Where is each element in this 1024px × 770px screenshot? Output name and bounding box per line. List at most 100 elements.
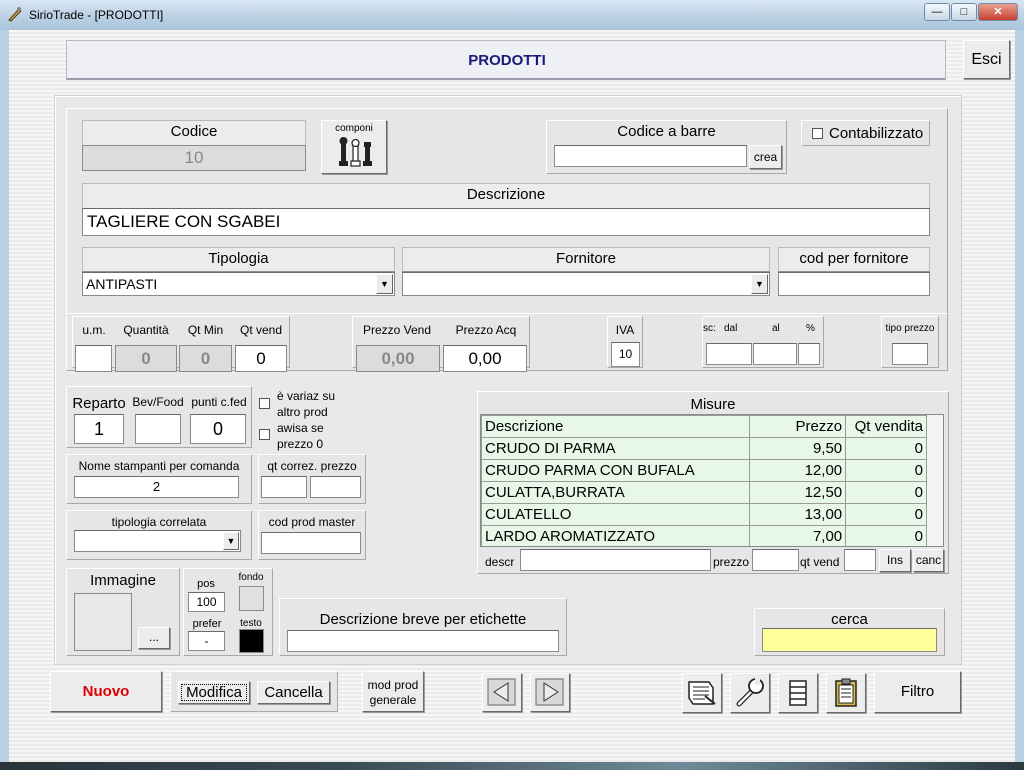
testo-color-swatch[interactable] <box>239 629 264 653</box>
qtmin-field[interactable]: 0 <box>179 345 232 372</box>
cell-prezzo[interactable]: 9,50 <box>749 437 847 460</box>
codice-field[interactable]: 10 <box>82 145 306 171</box>
contabilizzato-checkbox[interactable] <box>812 128 823 139</box>
col-header-prezzo[interactable]: Prezzo <box>749 415 847 438</box>
misure-qtvend-field[interactable] <box>844 549 876 571</box>
table-row[interactable]: CULATELLO 13,00 0 <box>481 503 927 526</box>
qtvend-field[interactable]: 0 <box>235 345 287 372</box>
cod-fornitore-field[interactable] <box>778 272 930 296</box>
pos-label: pos <box>197 578 215 590</box>
database-icon <box>779 680 817 716</box>
qtcorrez-price-field[interactable] <box>310 476 361 498</box>
tipologia-correlata-select[interactable]: ▼ <box>74 530 241 552</box>
pos-field[interactable]: 100 <box>188 592 225 612</box>
table-row[interactable]: CULATTA,BURRATA 12,50 0 <box>481 481 927 504</box>
bevfood-field[interactable] <box>135 414 181 444</box>
mod-prod-generale-button[interactable]: mod prod generale <box>362 671 424 712</box>
previous-record-button[interactable] <box>482 673 522 712</box>
fornitore-select[interactable]: ▼ <box>402 272 770 296</box>
page-title: PRODOTTI <box>468 52 546 69</box>
cerca-field[interactable] <box>762 628 937 652</box>
chevron-down-icon[interactable]: ▼ <box>223 532 239 550</box>
col-header-qtvendita[interactable]: Qt vendita <box>845 415 927 438</box>
cell-qtvendita[interactable]: 0 <box>845 437 927 460</box>
qtcorrez-qty-field[interactable] <box>261 476 307 498</box>
cell-prezzo[interactable]: 7,00 <box>749 525 847 546</box>
modifica-button[interactable]: Modifica <box>178 681 250 704</box>
maximize-icon[interactable]: □ <box>951 3 977 21</box>
cell-qtvendita[interactable]: 0 <box>845 481 927 504</box>
fondo-color-swatch[interactable] <box>239 586 264 611</box>
database-button[interactable] <box>778 673 818 713</box>
clipboard-icon <box>827 678 865 716</box>
arrow-left-icon <box>483 678 521 715</box>
table-row[interactable]: CRUDO DI PARMA 9,50 0 <box>481 437 927 460</box>
report-button[interactable] <box>682 673 722 713</box>
cell-qtvendita[interactable]: 0 <box>845 503 927 526</box>
chess-pieces-icon <box>336 135 374 173</box>
variaz-label-1: è variaz su <box>277 389 336 403</box>
contabilizzato-group[interactable]: Contabilizzato <box>801 120 930 146</box>
quantita-field[interactable]: 0 <box>115 345 177 372</box>
close-icon[interactable]: ✕ <box>978 3 1018 21</box>
table-row[interactable]: CRUDO PARMA CON BUFALA 12,00 0 <box>481 459 927 482</box>
mod-prod-label-2: generale <box>369 693 417 707</box>
filtro-button[interactable]: Filtro <box>874 671 961 713</box>
componi-label: componi <box>335 123 373 134</box>
descrizione-field[interactable]: TAGLIERE CON SGABEI <box>82 208 930 236</box>
cell-prezzo[interactable]: 13,00 <box>749 503 847 526</box>
cell-prezzo[interactable]: 12,00 <box>749 459 847 482</box>
image-browse-button[interactable]: ... <box>138 627 170 649</box>
sconto-al-field[interactable] <box>753 343 797 365</box>
minimize-icon[interactable]: — <box>924 3 950 21</box>
misure-canc-button[interactable]: canc <box>913 549 944 572</box>
variaz-checkbox[interactable] <box>259 398 270 409</box>
next-record-button[interactable] <box>530 673 570 712</box>
cell-prezzo[interactable]: 12,50 <box>749 481 847 504</box>
wrench-icon <box>731 678 769 716</box>
desc-breve-field[interactable] <box>287 630 559 652</box>
cell-descrizione[interactable]: CRUDO DI PARMA <box>481 437 751 460</box>
stampanti-field[interactable]: 2 <box>74 476 239 498</box>
tipo-prezzo-field[interactable] <box>892 343 928 365</box>
misure-ins-button[interactable]: Ins <box>879 549 911 572</box>
cell-descrizione[interactable]: LARDO AROMATIZZATO <box>481 525 751 546</box>
iva-field[interactable]: 10 <box>611 342 640 367</box>
prefer-field[interactable]: - <box>188 631 225 651</box>
awisa-label-2: prezzo 0 <box>277 437 324 451</box>
prezzo-vend-label: Prezzo Vend <box>362 323 432 337</box>
tools-button[interactable] <box>730 673 770 713</box>
cell-qtvendita[interactable]: 0 <box>845 525 927 546</box>
cell-descrizione[interactable]: CRUDO PARMA CON BUFALA <box>481 459 751 482</box>
clipboard-button[interactable] <box>826 673 866 713</box>
misure-prezzo-field[interactable] <box>752 549 799 571</box>
col-header-descrizione[interactable]: Descrizione <box>481 415 751 438</box>
cancella-button[interactable]: Cancella <box>257 681 330 704</box>
prezzo-vend-field[interactable]: 0,00 <box>356 345 440 372</box>
crea-button[interactable]: crea <box>749 145 782 169</box>
um-field[interactable] <box>75 345 112 372</box>
cod-master-field[interactable] <box>261 532 361 554</box>
chevron-down-icon[interactable]: ▼ <box>376 274 393 294</box>
bevfood-label: Bev/Food <box>132 395 184 409</box>
cell-descrizione[interactable]: CULATELLO <box>481 503 751 526</box>
table-row[interactable]: LARDO AROMATIZZATO 7,00 0 <box>481 525 927 546</box>
sconto-label: sc: <box>703 323 716 334</box>
cell-descrizione[interactable]: CULATTA,BURRATA <box>481 481 751 504</box>
window-titlebar[interactable]: SirioTrade - [PRODOTTI] — □ ✕ <box>0 0 1024 30</box>
barcode-field[interactable] <box>554 145 747 167</box>
reparto-field[interactable]: 1 <box>74 414 124 444</box>
misure-descr-field[interactable] <box>520 549 711 571</box>
componi-button[interactable]: componi <box>321 120 387 174</box>
exit-button[interactable]: Esci <box>963 40 1010 79</box>
qtvend-label: Qt vend <box>239 323 283 337</box>
punti-field[interactable]: 0 <box>190 414 246 444</box>
chevron-down-icon[interactable]: ▼ <box>751 274 768 294</box>
cell-qtvendita[interactable]: 0 <box>845 459 927 482</box>
awisa-checkbox[interactable] <box>259 429 270 440</box>
tipologia-select[interactable]: ANTIPASTI ▼ <box>82 272 395 296</box>
nuovo-button[interactable]: Nuovo <box>50 671 162 712</box>
sconto-dal-field[interactable] <box>706 343 752 365</box>
sconto-pct-field[interactable] <box>798 343 820 365</box>
prezzo-acq-field[interactable]: 0,00 <box>443 345 527 372</box>
